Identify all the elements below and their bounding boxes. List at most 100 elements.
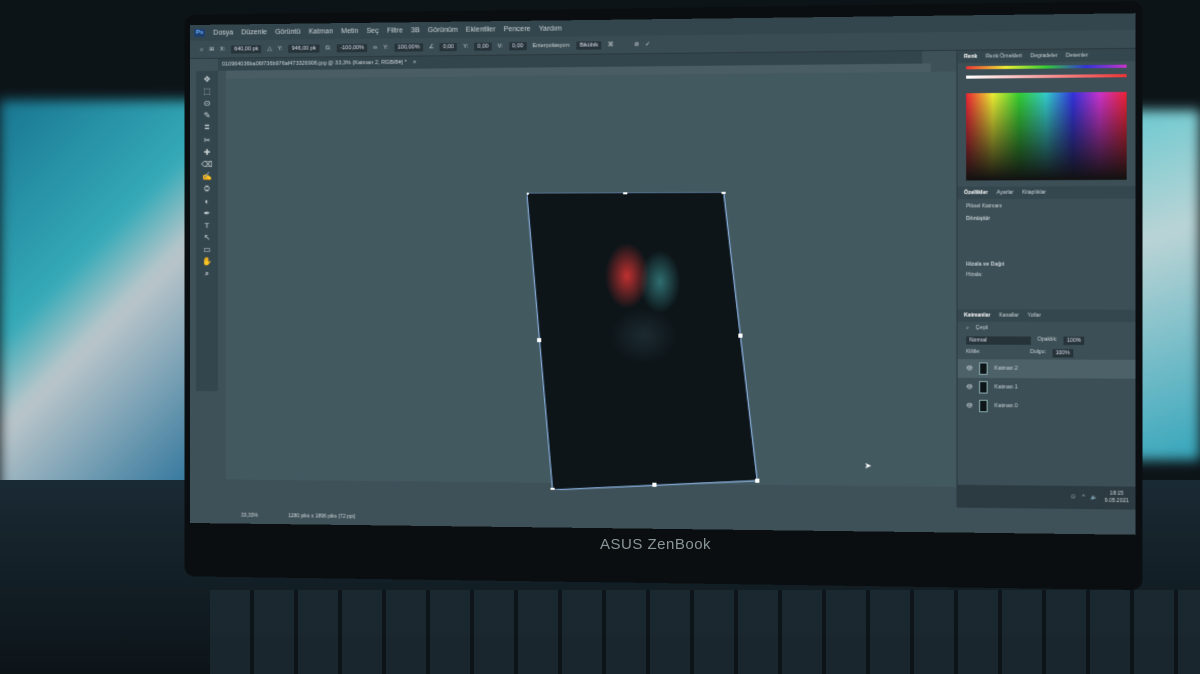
tool-icon[interactable]: ⌗: [205, 123, 210, 133]
layer-name: Katman 0: [995, 403, 1018, 409]
search-icon: ⌕: [966, 325, 969, 331]
blend-mode-select[interactable]: Normal: [966, 336, 1031, 345]
tab-kitapliklar[interactable]: Kitaplıklar: [1022, 190, 1046, 196]
tool-icon[interactable]: T: [205, 221, 210, 230]
cancel-icon[interactable]: ⊘: [634, 41, 639, 47]
menu-sec[interactable]: Seç: [367, 27, 379, 34]
layer-row[interactable]: 👁 Katman 0: [958, 397, 1136, 417]
fill-field[interactable]: 100%: [1052, 349, 1072, 357]
tool-icon[interactable]: ✚: [204, 148, 211, 157]
menu-duzenle[interactable]: Düzenle: [241, 29, 267, 36]
close-tab-icon[interactable]: ×: [413, 60, 416, 66]
clock-time: 18:15: [1110, 491, 1124, 497]
tool-icon[interactable]: ✋: [202, 257, 212, 266]
menu-katman[interactable]: Katman: [309, 28, 333, 35]
keyboard: [210, 590, 1200, 674]
x-field[interactable]: 640,00 pk: [231, 45, 261, 53]
commit-check-icon[interactable]: ✓: [645, 41, 650, 47]
tab-renk[interactable]: Renk: [964, 54, 977, 60]
width-field[interactable]: -100,00%: [337, 43, 367, 51]
tool-icon[interactable]: ✂: [204, 136, 211, 145]
tool-icon[interactable]: ↖: [204, 233, 211, 242]
transform-section[interactable]: Dönüştür: [958, 213, 1136, 224]
layer-name: Katman 2: [995, 366, 1018, 372]
right-panels: Renk Renk Örnekleri Degradeler Desenler …: [956, 49, 1135, 499]
eye-icon[interactable]: 👁: [966, 403, 973, 409]
zoom-level[interactable]: 33,33%: [241, 513, 258, 519]
interpolation-select[interactable]: Bikübik: [577, 41, 602, 49]
reference-point-icon[interactable]: ⊞: [209, 46, 214, 52]
color-spectrum[interactable]: [966, 92, 1127, 181]
color-sliders[interactable]: [966, 65, 1127, 87]
tool-icon[interactable]: ⌕: [205, 269, 209, 279]
warp-icon[interactable]: ⌘: [607, 42, 613, 48]
tab-ozellikler[interactable]: Özellikler: [964, 190, 988, 196]
tab-degradeler[interactable]: Degradeler: [1030, 53, 1057, 60]
tool-icon[interactable]: ✥: [204, 75, 211, 84]
layer-thumbnail: [979, 400, 988, 413]
windows-taskbar: ⚇ ^ 🔈 18:15 9.05.2021: [956, 485, 1135, 510]
menu-pencere[interactable]: Pencere: [504, 25, 531, 32]
angle-field[interactable]: 0,00: [440, 42, 457, 50]
tool-icon[interactable]: ✍: [202, 172, 212, 181]
tool-icon[interactable]: ⛭: [204, 184, 210, 194]
photoshop-logo: Ps: [194, 29, 205, 37]
menu-filtre[interactable]: Filtre: [387, 27, 403, 34]
canvas-area[interactable]: ➤: [226, 71, 976, 487]
opacity-label: Opaklık:: [1037, 337, 1057, 345]
layer-row[interactable]: 👁 Katman 2: [958, 359, 1136, 379]
menu-gorunum[interactable]: Görünüm: [428, 26, 458, 33]
background-monitor-left: [0, 100, 200, 500]
layer-filter-input[interactable]: Çeşit: [976, 325, 988, 331]
properties-tabs: Özellikler Ayarlar Kitaplıklar: [958, 186, 1136, 199]
tool-icon[interactable]: ▭: [203, 245, 211, 254]
portrait-image-layer[interactable]: [527, 192, 762, 492]
menu-metin[interactable]: Metin: [341, 27, 358, 34]
layer-name: Katman 1: [995, 384, 1018, 390]
height-field[interactable]: 100,00%: [394, 43, 422, 51]
tab-yollar[interactable]: Yollar: [1027, 313, 1040, 319]
tool-icon[interactable]: ʘ: [204, 99, 210, 108]
layers-panel-tabs: Katmanlar Kanallar Yollar: [958, 309, 1136, 322]
clock-date: 9.05.2021: [1105, 498, 1129, 505]
layer-thumbnail: [979, 362, 988, 375]
menu-dosya[interactable]: Dosya: [213, 29, 233, 36]
tab-desenler[interactable]: Desenler: [1066, 52, 1088, 58]
tool-icon[interactable]: ◐: [205, 197, 210, 206]
tab-katmanlar[interactable]: Katmanlar: [964, 312, 990, 318]
tab-ayarlar[interactable]: Ayarlar: [997, 190, 1014, 196]
menu-goruntu[interactable]: Görüntü: [275, 28, 300, 35]
lock-label: Kilitle:: [966, 349, 980, 357]
menu-eklentiler[interactable]: Eklentiler: [466, 26, 496, 33]
v-skew-field[interactable]: 0,00: [509, 42, 526, 50]
layer-thumbnail: [979, 381, 988, 394]
laptop-screen: Ps Dosya Düzenle Görüntü Katman Metin Se…: [190, 13, 1135, 535]
toolbar: ✥ ⬚ ʘ ✎ ⌗ ✂ ✚ ⌫ ✍ ⛭ ◐ ✒ T ↖ ▭ ✋ ⌕: [196, 71, 218, 391]
y-field[interactable]: 946,00 pk: [289, 44, 319, 52]
home-icon[interactable]: ⌂: [200, 46, 203, 52]
angle-icon: ∠: [429, 44, 434, 50]
menu-3b[interactable]: 3B: [411, 27, 420, 34]
tool-icon[interactable]: ⌫: [201, 160, 212, 169]
color-panel-tabs: Renk Renk Örnekleri Degradeler Desenler: [958, 49, 1136, 63]
tray-chevron-icon[interactable]: ^: [1082, 494, 1085, 500]
tab-renk-ornekleri[interactable]: Renk Örnekleri: [986, 53, 1022, 60]
opacity-field[interactable]: 100%: [1064, 337, 1084, 345]
align-label: Hizala:: [958, 270, 1136, 280]
h-skew-field[interactable]: 0,00: [474, 42, 491, 50]
tool-icon[interactable]: ✒: [204, 209, 211, 218]
tab-kanallar[interactable]: Kanallar: [999, 312, 1019, 318]
document-size: 1280 piks x 1896 piks (72 ppi): [288, 513, 355, 520]
people-icon[interactable]: ⚇: [1071, 494, 1076, 500]
eye-icon[interactable]: 👁: [966, 384, 973, 390]
layer-row[interactable]: 👁 Katman 1: [958, 378, 1136, 398]
tool-icon[interactable]: ⬚: [203, 87, 211, 96]
menu-yardim[interactable]: Yardım: [539, 25, 562, 32]
volume-icon[interactable]: 🔈: [1091, 494, 1098, 500]
eye-icon[interactable]: 👁: [966, 365, 973, 371]
tool-icon[interactable]: ✎: [204, 111, 211, 120]
delta-icon[interactable]: △: [267, 46, 271, 52]
clock[interactable]: 18:15 9.05.2021: [1105, 490, 1129, 505]
align-section[interactable]: Hizala ve Dağıt: [958, 259, 1136, 270]
link-icon[interactable]: ∞: [373, 44, 377, 50]
